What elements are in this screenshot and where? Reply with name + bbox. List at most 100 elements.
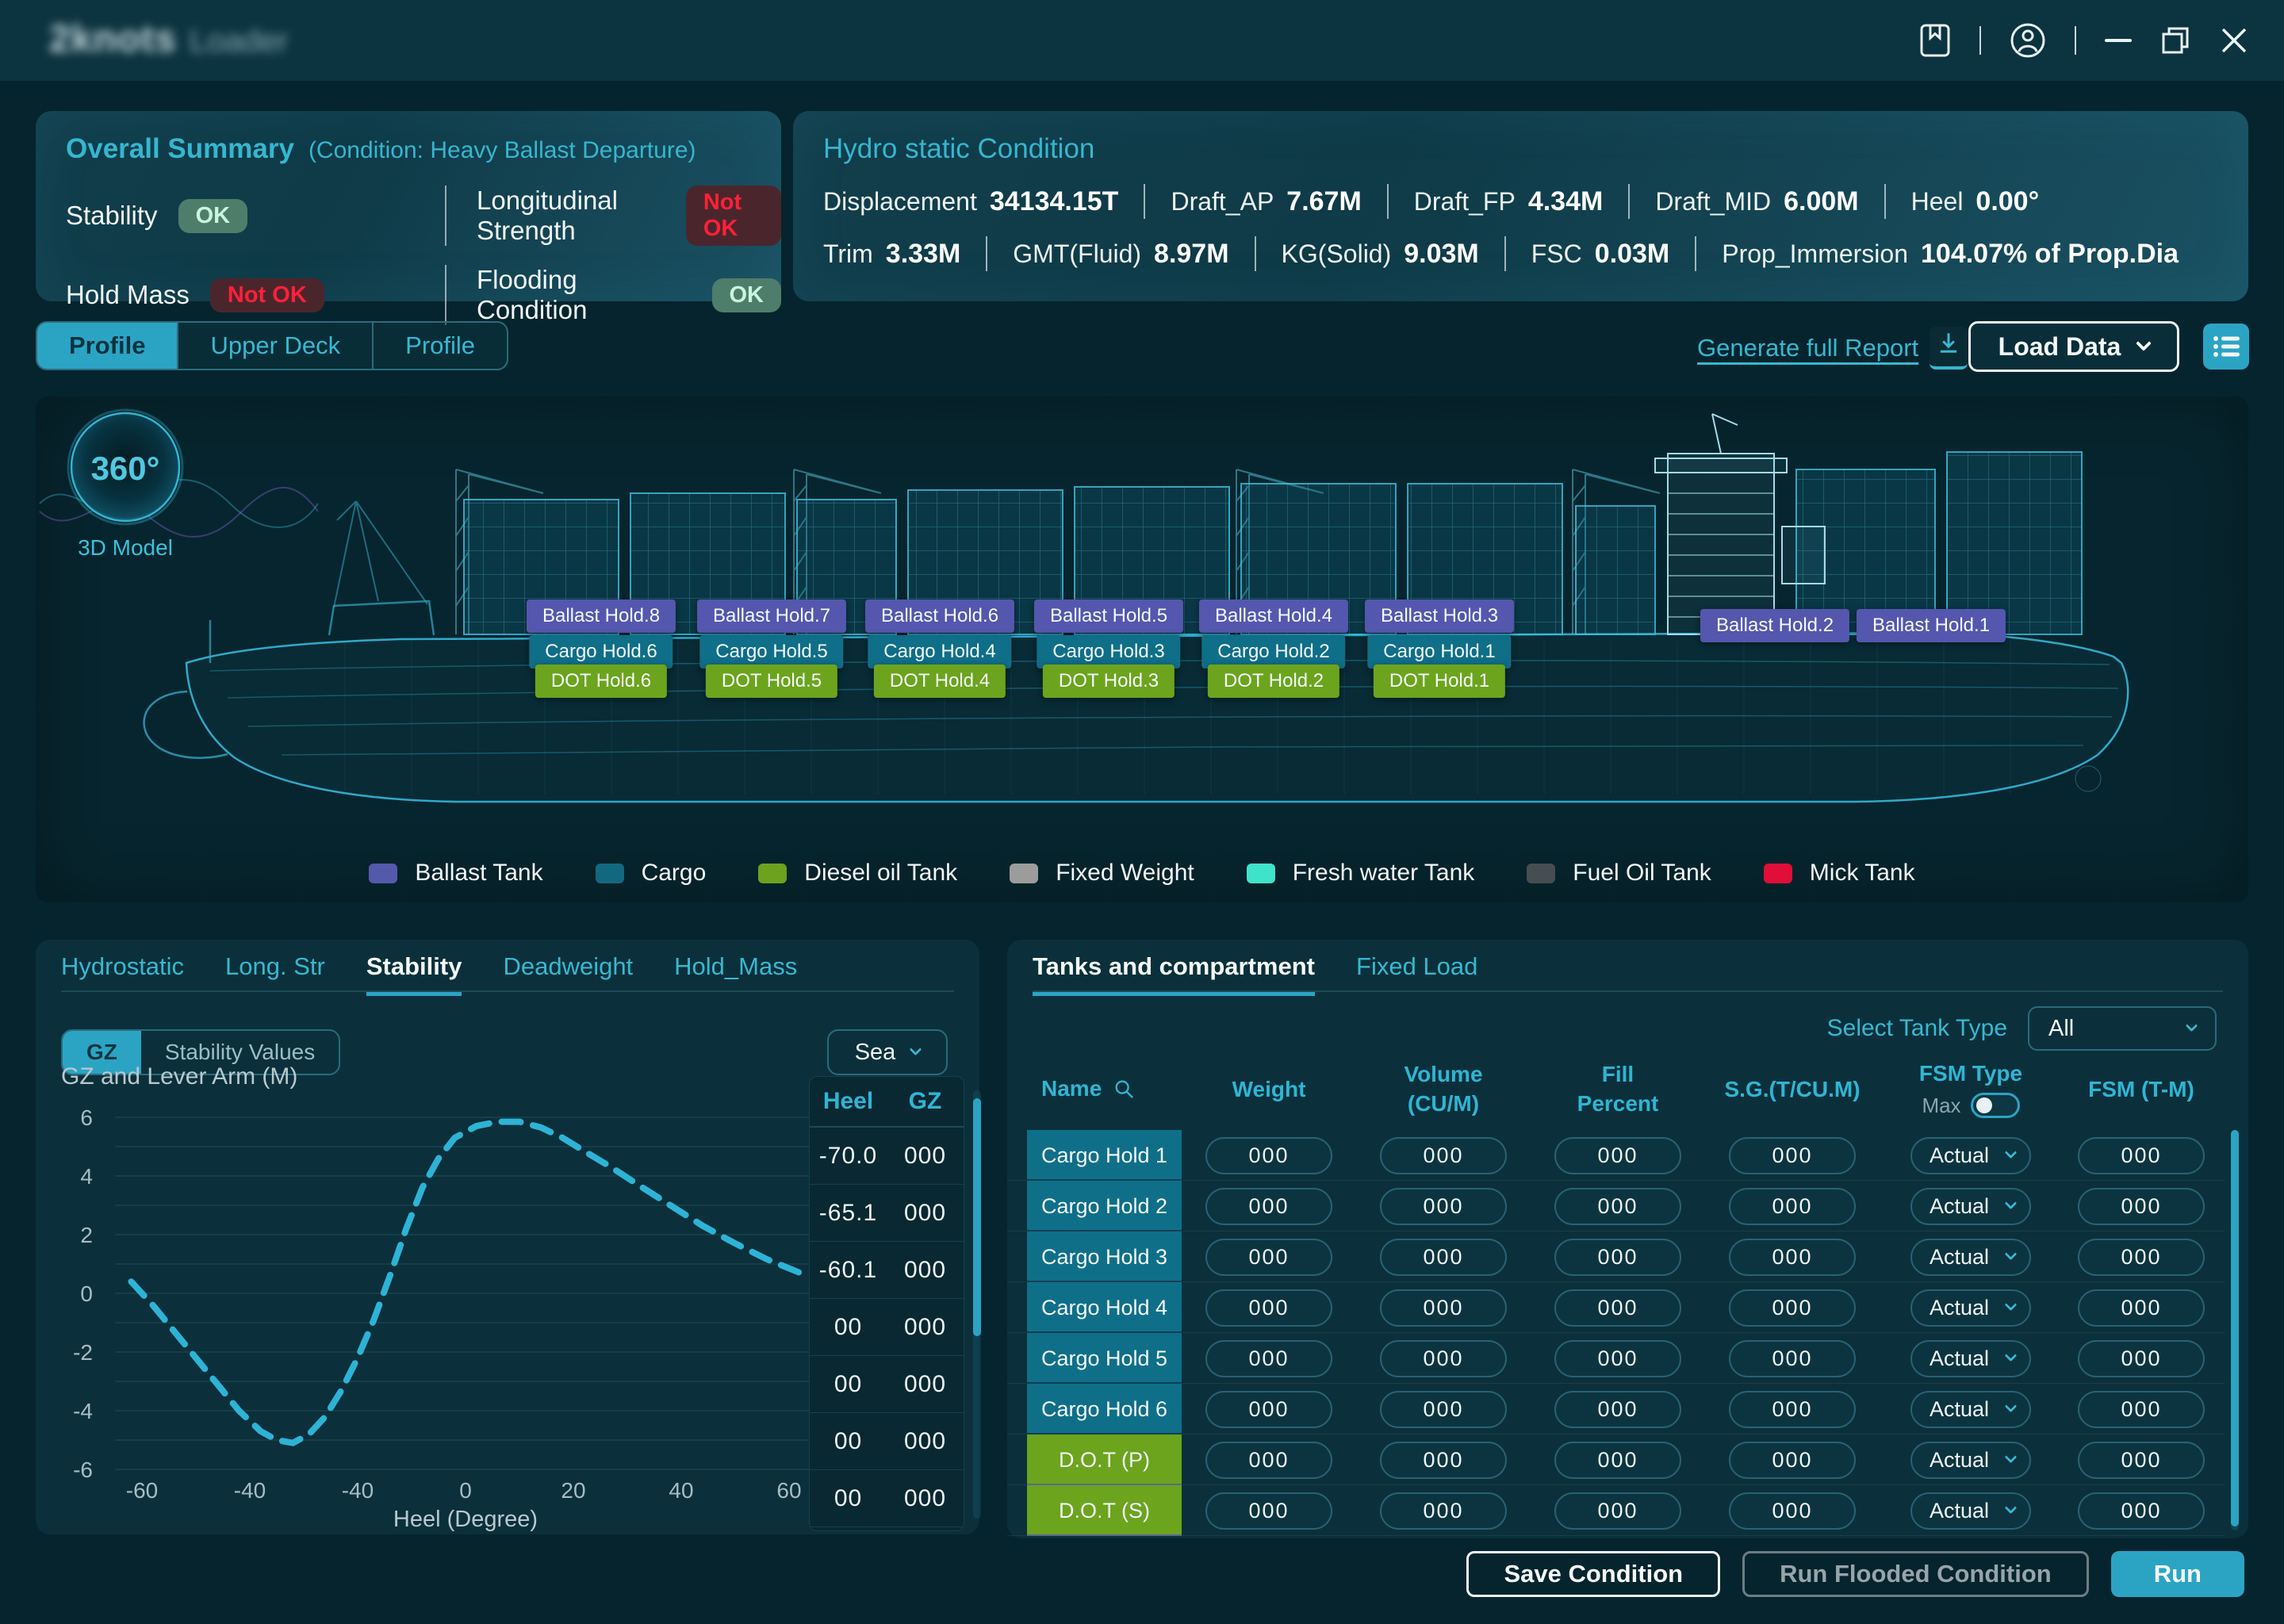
fsm-type-select[interactable]: Actual xyxy=(1910,1339,2031,1377)
ballast-hold-label[interactable]: Ballast Hold.1 xyxy=(1856,609,2006,642)
weight-input[interactable]: 000 xyxy=(1205,1136,1332,1174)
sg-input[interactable]: 000 xyxy=(1729,1339,1856,1377)
fsm-input[interactable]: 000 xyxy=(2078,1339,2205,1377)
volume-input[interactable]: 000 xyxy=(1380,1238,1507,1276)
weight-input[interactable]: 000 xyxy=(1205,1238,1332,1276)
dot-hold-label[interactable]: DOT Hold.4 xyxy=(873,665,1006,698)
view-tab-profile[interactable]: Profile xyxy=(37,323,179,369)
sg-input[interactable]: 000 xyxy=(1729,1441,1856,1479)
cargo-hold-label[interactable]: Cargo Hold.3 xyxy=(1037,635,1181,668)
view-tab-profile[interactable]: Profile xyxy=(374,323,507,369)
tank-name-cell[interactable]: D.O.T (P) xyxy=(1027,1434,1182,1485)
tab-hold-mass[interactable]: Hold_Mass xyxy=(674,952,797,996)
tab-fixed-load[interactable]: Fixed Load xyxy=(1356,952,1477,996)
sg-input[interactable]: 000 xyxy=(1729,1238,1856,1276)
fsm-max-toggle[interactable] xyxy=(1970,1093,2020,1119)
sg-input[interactable]: 000 xyxy=(1729,1289,1856,1327)
fill-percent-input[interactable]: 000 xyxy=(1554,1187,1681,1225)
fill-percent-input[interactable]: 000 xyxy=(1554,1390,1681,1428)
fsm-type-select[interactable]: Actual xyxy=(1910,1187,2031,1225)
dot-hold-label[interactable]: DOT Hold.6 xyxy=(535,665,668,698)
ballast-hold-label[interactable]: Ballast Hold.6 xyxy=(864,599,1015,633)
fsm-input[interactable]: 000 xyxy=(2078,1187,2205,1225)
sg-input[interactable]: 000 xyxy=(1729,1492,1856,1530)
fsm-type-select[interactable]: Actual xyxy=(1910,1390,2031,1428)
fsm-input[interactable]: 000 xyxy=(2078,1441,2205,1479)
tank-name-cell[interactable]: Cargo Hold 2 xyxy=(1027,1181,1182,1231)
cargo-hold-label[interactable]: Cargo Hold.2 xyxy=(1201,635,1346,668)
ballast-hold-label[interactable]: Ballast Hold.3 xyxy=(1364,599,1515,633)
fsm-type-select[interactable]: Actual xyxy=(1910,1136,2031,1174)
weight-input[interactable]: 000 xyxy=(1205,1187,1332,1225)
tank-name-cell[interactable]: Cargo Hold 1 xyxy=(1027,1130,1182,1181)
tank-name-cell[interactable]: Cargo Hold 6 xyxy=(1027,1384,1182,1434)
list-view-button[interactable] xyxy=(2203,324,2249,370)
load-data-button[interactable]: Load Data xyxy=(1968,321,2179,372)
fsm-type-select[interactable]: Actual xyxy=(1910,1238,2031,1276)
tab-tanks-and-compartment[interactable]: Tanks and compartment xyxy=(1033,952,1316,996)
weight-input[interactable]: 000 xyxy=(1205,1492,1332,1530)
weight-input[interactable]: 000 xyxy=(1205,1441,1332,1479)
fsm-input[interactable]: 000 xyxy=(2078,1390,2205,1428)
bookmark-save-icon[interactable] xyxy=(1919,22,1951,59)
user-info-icon[interactable] xyxy=(2010,22,2046,59)
sea-dropdown[interactable]: Sea xyxy=(827,1029,948,1075)
search-icon[interactable] xyxy=(1113,1078,1135,1100)
cargo-hold-label[interactable]: Cargo Hold.6 xyxy=(529,635,673,668)
volume-input[interactable]: 000 xyxy=(1380,1492,1507,1530)
ballast-hold-label[interactable]: Ballast Hold.8 xyxy=(526,599,676,633)
cargo-hold-label[interactable]: Cargo Hold.5 xyxy=(699,635,844,668)
volume-input[interactable]: 000 xyxy=(1380,1187,1507,1225)
ballast-hold-label[interactable]: Ballast Hold.7 xyxy=(696,599,847,633)
fill-percent-input[interactable]: 000 xyxy=(1554,1289,1681,1327)
weight-input[interactable]: 000 xyxy=(1205,1390,1332,1428)
weight-input[interactable]: 000 xyxy=(1205,1339,1332,1377)
volume-input[interactable]: 000 xyxy=(1380,1390,1507,1428)
minimize-button[interactable] xyxy=(2105,37,2132,44)
dot-hold-label[interactable]: DOT Hold.2 xyxy=(1207,665,1340,698)
run-flooded-condition-button[interactable]: Run Flooded Condition xyxy=(1742,1551,2089,1597)
tank-scrollbar-thumb[interactable] xyxy=(2231,1130,2239,1526)
volume-input[interactable]: 000 xyxy=(1380,1441,1507,1479)
tank-name-cell[interactable]: Cargo Hold 3 xyxy=(1027,1231,1182,1282)
tank-type-dropdown[interactable]: All xyxy=(2028,1006,2217,1051)
fsm-type-select[interactable]: Actual xyxy=(1910,1492,2031,1530)
tab-long-str[interactable]: Long. Str xyxy=(225,952,325,996)
fsm-type-select[interactable]: Actual xyxy=(1910,1441,2031,1479)
fsm-input[interactable]: 000 xyxy=(2078,1136,2205,1174)
tank-name-cell[interactable]: D.O.T (S) xyxy=(1027,1485,1182,1536)
sg-input[interactable]: 000 xyxy=(1729,1390,1856,1428)
gz-scrollbar-thumb[interactable] xyxy=(973,1098,981,1336)
tab-deadweight[interactable]: Deadweight xyxy=(503,952,633,996)
sg-input[interactable]: 000 xyxy=(1729,1187,1856,1225)
weight-input[interactable]: 000 xyxy=(1205,1289,1332,1327)
fill-percent-input[interactable]: 000 xyxy=(1554,1136,1681,1174)
volume-input[interactable]: 000 xyxy=(1380,1136,1507,1174)
tab-hydrostatic[interactable]: Hydrostatic xyxy=(61,952,184,996)
dot-hold-label[interactable]: DOT Hold.1 xyxy=(1373,665,1506,698)
fsm-input[interactable]: 000 xyxy=(2078,1289,2205,1327)
fill-percent-input[interactable]: 000 xyxy=(1554,1492,1681,1530)
fill-percent-input[interactable]: 000 xyxy=(1554,1238,1681,1276)
dot-hold-label[interactable]: DOT Hold.3 xyxy=(1042,665,1175,698)
cargo-hold-label[interactable]: Cargo Hold.4 xyxy=(868,635,1012,668)
ballast-hold-label[interactable]: Ballast Hold.2 xyxy=(1700,609,1850,642)
fsm-type-select[interactable]: Actual xyxy=(1910,1289,2031,1327)
fsm-input[interactable]: 000 xyxy=(2078,1238,2205,1276)
ballast-hold-label[interactable]: Ballast Hold.5 xyxy=(1033,599,1184,633)
ballast-hold-label[interactable]: Ballast Hold.4 xyxy=(1198,599,1349,633)
fill-percent-input[interactable]: 000 xyxy=(1554,1441,1681,1479)
tab-stability[interactable]: Stability xyxy=(366,952,462,996)
view-tab-upper-deck[interactable]: Upper Deck xyxy=(178,323,374,369)
volume-input[interactable]: 000 xyxy=(1380,1289,1507,1327)
tank-name-cell[interactable]: Cargo Hold 4 xyxy=(1027,1282,1182,1333)
close-button[interactable] xyxy=(2219,25,2249,56)
generate-report-link[interactable]: Generate full Report xyxy=(1697,327,1968,370)
save-condition-button[interactable]: Save Condition xyxy=(1466,1551,1721,1597)
fsm-input[interactable]: 000 xyxy=(2078,1492,2205,1530)
run-button[interactable]: Run xyxy=(2110,1551,2244,1597)
maximize-button[interactable] xyxy=(2160,25,2190,56)
tank-name-cell[interactable]: Cargo Hold 5 xyxy=(1027,1333,1182,1384)
sg-input[interactable]: 000 xyxy=(1729,1136,1856,1174)
cargo-hold-label[interactable]: Cargo Hold.1 xyxy=(1367,635,1512,668)
